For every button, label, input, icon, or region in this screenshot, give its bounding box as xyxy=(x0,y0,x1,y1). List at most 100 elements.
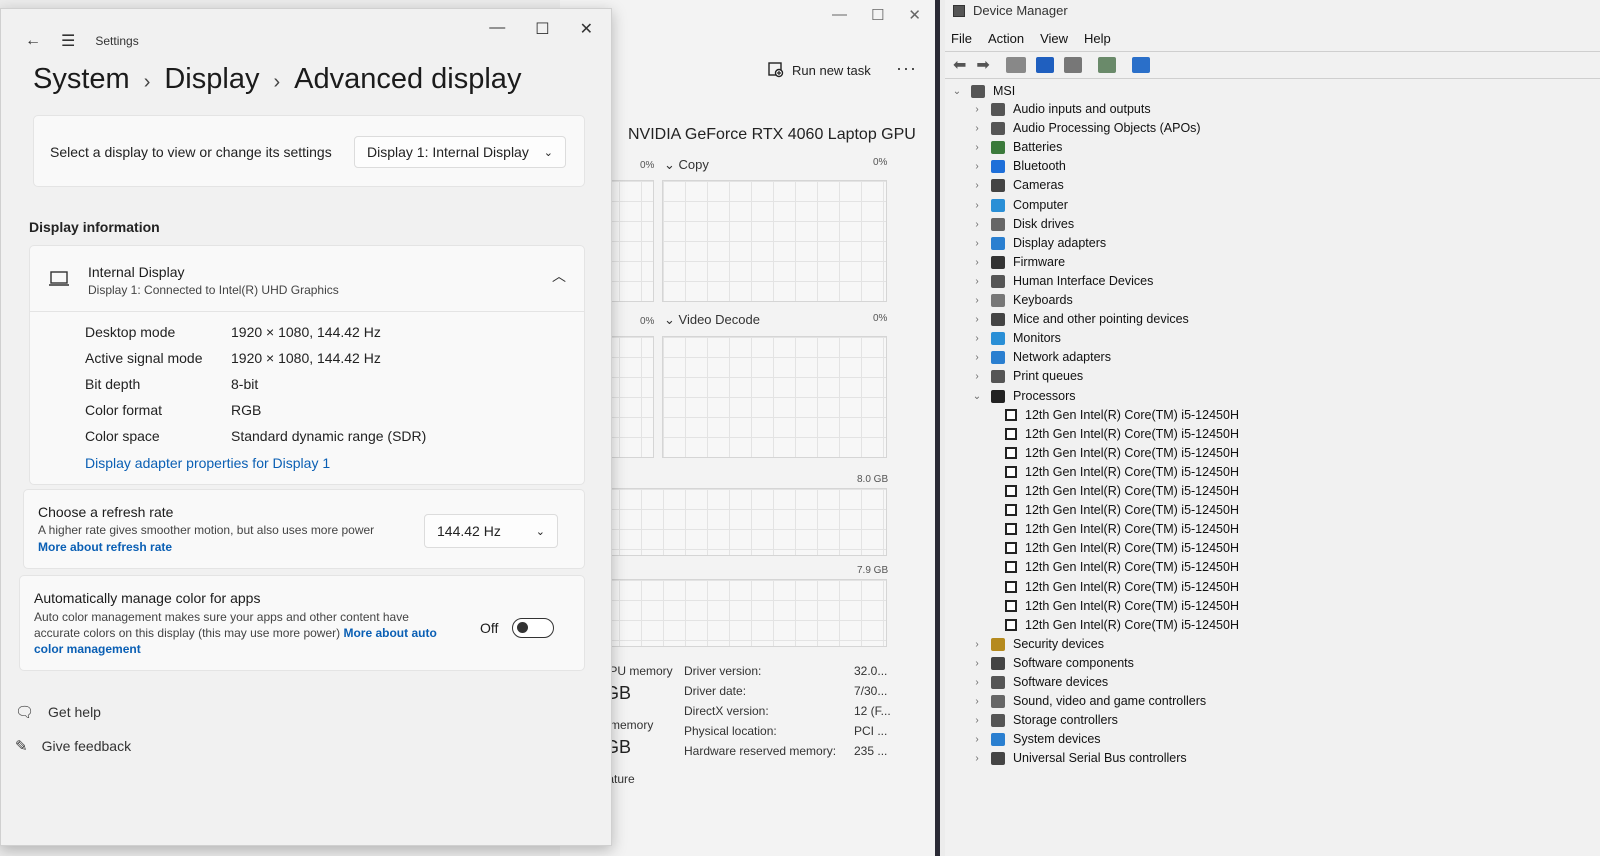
tree-item-label: Monitors xyxy=(1013,331,1061,345)
get-help-link[interactable]: 🗨 Get help xyxy=(15,703,101,721)
tree-category-item[interactable]: › Cameras xyxy=(971,178,1063,192)
chevron-right-icon[interactable]: › xyxy=(971,161,983,172)
monitor-icon[interactable] xyxy=(1131,57,1150,73)
tree-processor-item[interactable]: 12th Gen Intel(R) Core(TM) i5-12450H xyxy=(1005,503,1239,517)
chevron-right-icon[interactable]: › xyxy=(971,753,983,764)
video-decode-selector[interactable]: ⌄ Video Decode xyxy=(664,312,760,328)
tree-category-item[interactable]: › Mice and other pointing devices xyxy=(971,312,1188,326)
chevron-right-icon[interactable]: › xyxy=(971,219,983,230)
tree-root-msi[interactable]: ⌄ MSI xyxy=(951,84,1015,98)
chevron-right-icon[interactable]: › xyxy=(971,715,983,726)
chevron-right-icon[interactable]: › xyxy=(971,314,983,325)
maximize-icon[interactable]: ☐ xyxy=(535,19,549,39)
auto-color-toggle[interactable] xyxy=(512,618,554,638)
display-select-dropdown[interactable]: Display 1: Internal Display ⌄ xyxy=(354,136,566,168)
tree-category-item[interactable]: › Computer xyxy=(971,198,1068,212)
back-arrow-icon[interactable]: ⬅ xyxy=(953,55,966,75)
tree-root-label: MSI xyxy=(993,84,1016,98)
refresh-rate-link[interactable]: More about refresh rate xyxy=(38,540,172,554)
tree-category-item[interactable]: › Human Interface Devices xyxy=(971,274,1153,288)
tree-category-item[interactable]: › System devices xyxy=(971,732,1100,746)
tree-processor-item[interactable]: 12th Gen Intel(R) Core(TM) i5-12450H xyxy=(1005,560,1239,574)
tree-category-item[interactable]: › Sound, video and game controllers xyxy=(971,694,1206,708)
forward-arrow-icon[interactable]: ➡ xyxy=(976,55,989,75)
chevron-right-icon[interactable]: › xyxy=(971,257,983,268)
tree-processor-item[interactable]: 12th Gen Intel(R) Core(TM) i5-12450H xyxy=(1005,522,1239,536)
tree-category-item[interactable]: › Batteries xyxy=(971,140,1062,154)
breadcrumb-display[interactable]: Display xyxy=(164,63,259,96)
back-arrow-icon[interactable]: ← xyxy=(25,32,41,50)
tree-item-label: Print queues xyxy=(1013,369,1084,383)
tree-category-item[interactable]: › Print queues xyxy=(971,369,1083,383)
copy-engine-selector[interactable]: ⌄ Copy xyxy=(664,157,709,173)
chevron-right-icon[interactable]: › xyxy=(971,658,983,669)
tree-category-item[interactable]: › Security devices xyxy=(971,637,1104,651)
tree-processor-item[interactable]: 12th Gen Intel(R) Core(TM) i5-12450H xyxy=(1005,484,1239,498)
tree-category-item[interactable]: › Keyboards xyxy=(971,293,1072,307)
chevron-right-icon[interactable]: › xyxy=(971,639,983,650)
menu-action[interactable]: Action xyxy=(988,31,1024,46)
chevron-down-icon[interactable]: ⌄ xyxy=(971,391,983,402)
tree-category-item[interactable]: › Network adapters xyxy=(971,350,1111,364)
refresh-rate-dropdown[interactable]: 144.42 Hz ⌄ xyxy=(424,514,558,548)
chevron-right-icon[interactable]: › xyxy=(971,180,983,191)
close-icon[interactable]: ✕ xyxy=(908,6,921,24)
tree-category-item[interactable]: › Universal Serial Bus controllers xyxy=(971,751,1186,765)
chevron-right-icon[interactable]: › xyxy=(971,352,983,363)
tree-processor-item[interactable]: 12th Gen Intel(R) Core(TM) i5-12450H xyxy=(1005,446,1239,460)
tree-category-item[interactable]: › Bluetooth xyxy=(971,159,1066,173)
chevron-right-icon[interactable]: › xyxy=(971,333,983,344)
processor-icon xyxy=(1005,485,1017,497)
tree-category-item[interactable]: › Software devices xyxy=(971,675,1108,689)
tree-processor-item[interactable]: 12th Gen Intel(R) Core(TM) i5-12450H xyxy=(1005,408,1239,422)
tree-category-item[interactable]: › Display adapters xyxy=(971,236,1106,250)
processor-icon xyxy=(1005,428,1017,440)
give-feedback-link[interactable]: ✎ Give feedback xyxy=(15,737,131,755)
chevron-right-icon[interactable]: › xyxy=(971,142,983,153)
display-info-header[interactable]: Internal Display Display 1: Connected to… xyxy=(30,246,584,312)
chevron-right-icon[interactable]: › xyxy=(971,371,983,382)
more-options-icon[interactable]: ··· xyxy=(896,58,917,79)
help-icon[interactable] xyxy=(1035,57,1054,73)
breadcrumb-system[interactable]: System xyxy=(33,63,130,96)
tree-category-item[interactable]: › Disk drives xyxy=(971,217,1074,231)
properties-icon[interactable] xyxy=(1063,57,1082,73)
chevron-right-icon[interactable]: › xyxy=(971,238,983,249)
tree-processor-item[interactable]: 12th Gen Intel(R) Core(TM) i5-12450H xyxy=(1005,580,1239,594)
chevron-right-icon[interactable]: › xyxy=(971,696,983,707)
tree-category-item[interactable]: ⌄ Processors xyxy=(971,389,1076,403)
hamburger-menu-icon[interactable]: ☰ xyxy=(61,31,75,51)
tree-category-item[interactable]: › Audio Processing Objects (APOs) xyxy=(971,121,1200,135)
chevron-right-icon[interactable]: › xyxy=(971,734,983,745)
tree-category-item[interactable]: › Audio inputs and outputs xyxy=(971,102,1150,116)
tree-processor-item[interactable]: 12th Gen Intel(R) Core(TM) i5-12450H xyxy=(1005,427,1239,441)
tree-category-item[interactable]: › Firmware xyxy=(971,255,1065,269)
minimize-icon[interactable]: — xyxy=(489,19,505,39)
display-adapter-properties-link[interactable]: Display adapter properties for Display 1 xyxy=(85,455,330,471)
tree-category-item[interactable]: › Software components xyxy=(971,656,1134,670)
chevron-right-icon[interactable]: › xyxy=(971,295,983,306)
chevron-right-icon[interactable]: › xyxy=(971,677,983,688)
tree-category-item[interactable]: › Monitors xyxy=(971,331,1061,345)
chevron-right-icon[interactable]: › xyxy=(971,200,983,211)
tree-category-item[interactable]: › Storage controllers xyxy=(971,713,1118,727)
auto-color-description: Auto color management makes sure your ap… xyxy=(34,609,454,657)
maximize-icon[interactable]: ☐ xyxy=(871,6,884,24)
menu-view[interactable]: View xyxy=(1040,31,1068,46)
tree-processor-item[interactable]: 12th Gen Intel(R) Core(TM) i5-12450H xyxy=(1005,618,1239,632)
scan-hardware-icon[interactable] xyxy=(1097,57,1116,73)
show-hide-tree-icon[interactable] xyxy=(1005,57,1026,73)
menu-help[interactable]: Help xyxy=(1084,31,1111,46)
tree-processor-item[interactable]: 12th Gen Intel(R) Core(TM) i5-12450H xyxy=(1005,599,1239,613)
chevron-right-icon[interactable]: › xyxy=(971,123,983,134)
chevron-right-icon[interactable]: › xyxy=(971,104,983,115)
tree-processor-item[interactable]: 12th Gen Intel(R) Core(TM) i5-12450H xyxy=(1005,541,1239,555)
run-new-task-button[interactable]: Run new task xyxy=(768,62,871,78)
chevron-right-icon[interactable]: › xyxy=(971,276,983,287)
tree-item-label: 12th Gen Intel(R) Core(TM) i5-12450H xyxy=(1025,503,1239,517)
menu-file[interactable]: File xyxy=(951,31,972,46)
close-icon[interactable]: ✕ xyxy=(580,19,593,39)
chevron-down-icon[interactable]: ⌄ xyxy=(951,86,963,97)
minimize-icon[interactable]: — xyxy=(832,6,847,24)
tree-processor-item[interactable]: 12th Gen Intel(R) Core(TM) i5-12450H xyxy=(1005,465,1239,479)
